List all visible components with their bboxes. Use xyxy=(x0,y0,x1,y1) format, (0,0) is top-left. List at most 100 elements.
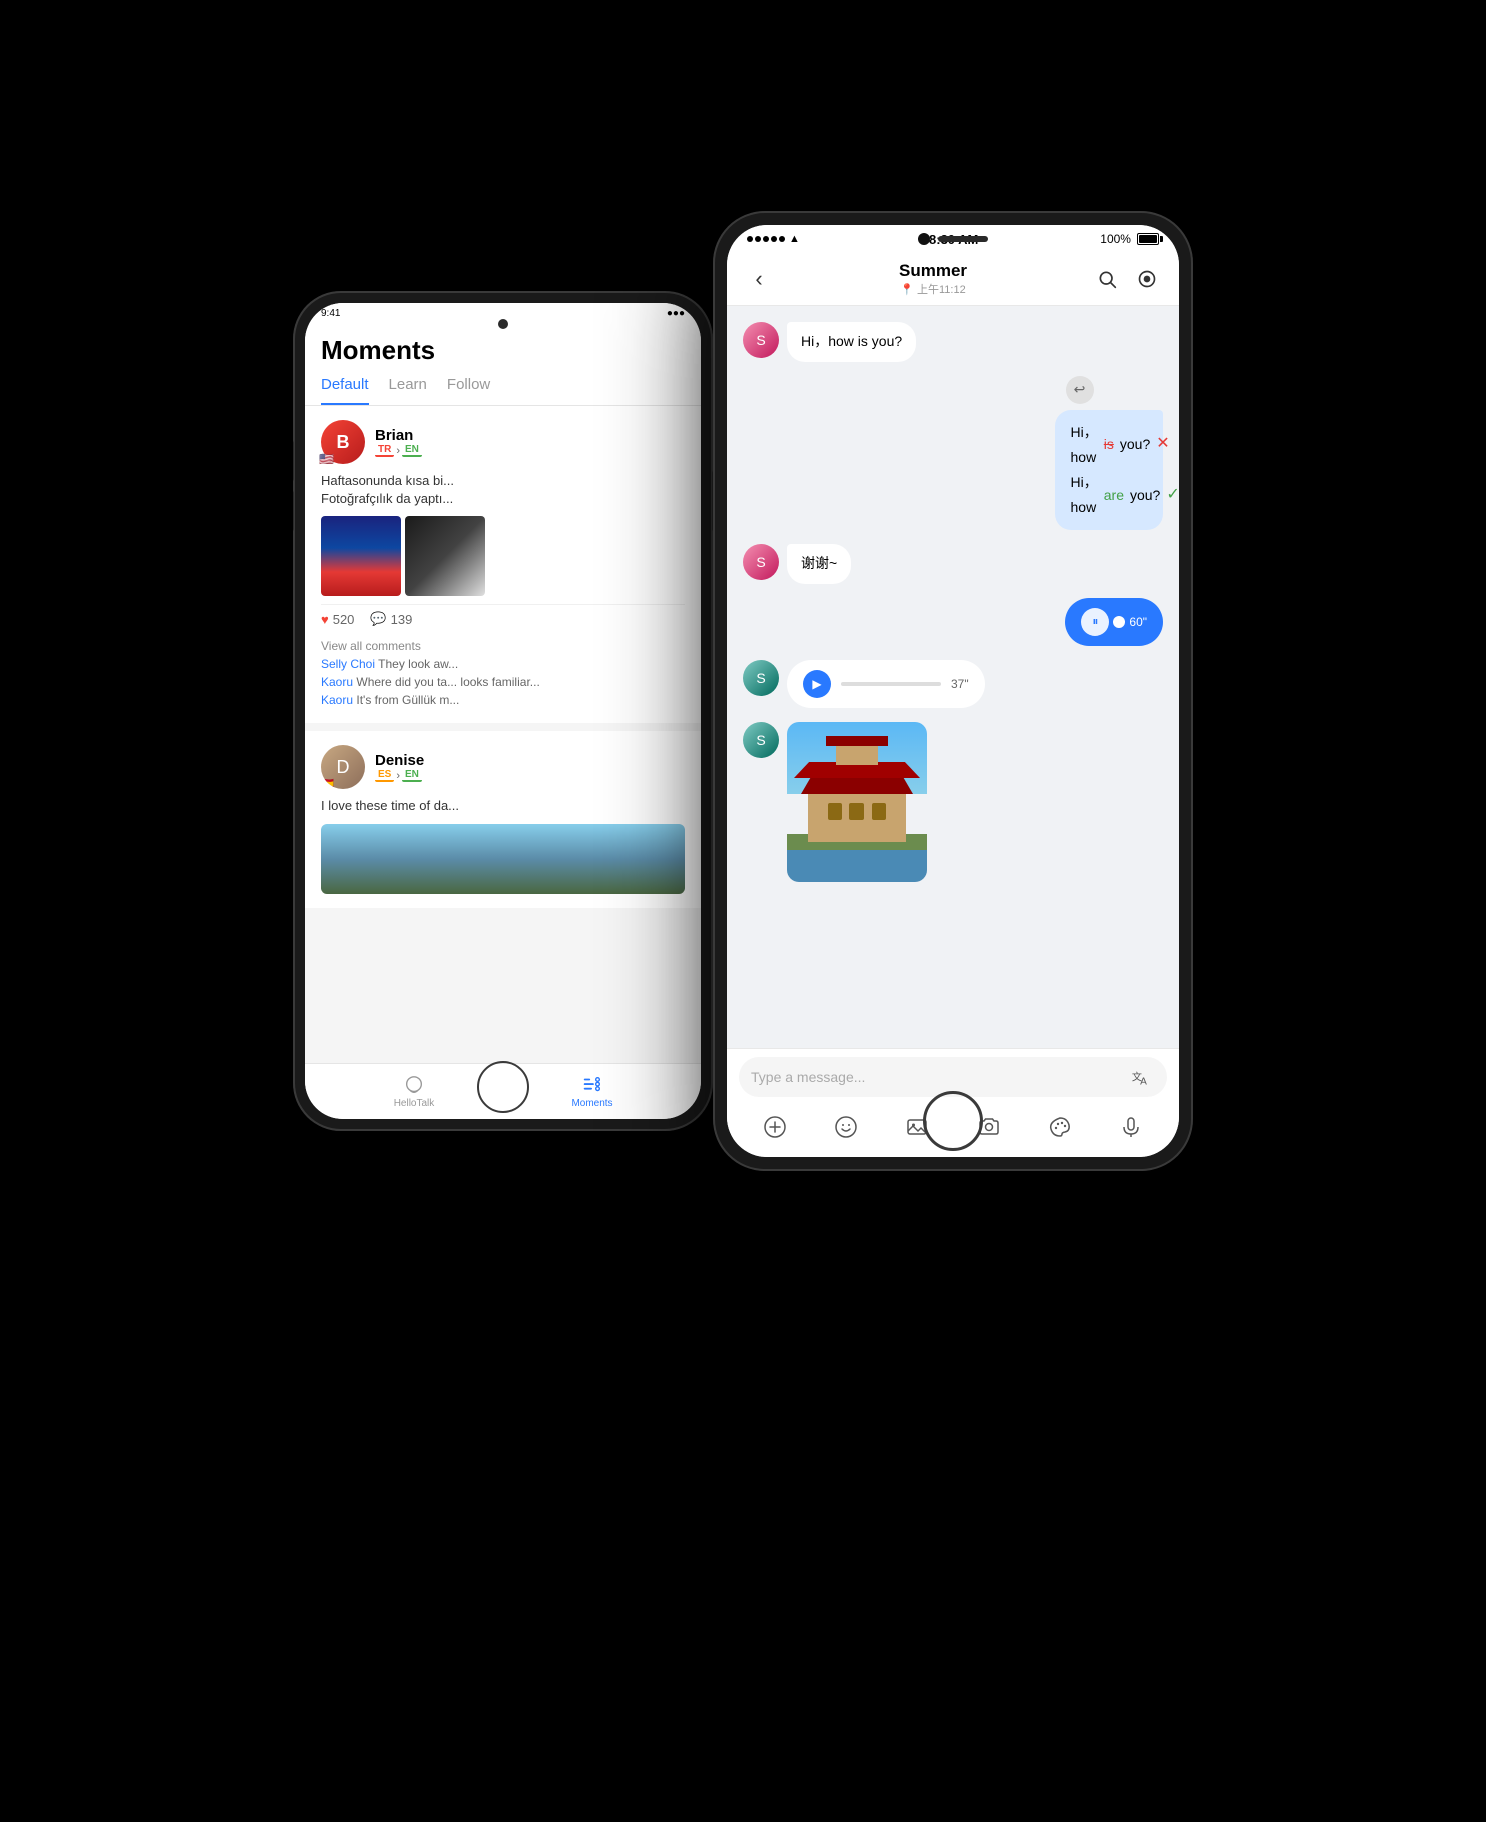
audio-bar-received xyxy=(841,682,941,686)
hi-wrong: Hi，how xyxy=(1071,420,1098,470)
post-text-brian: Haftasonunda kısa bi...Fotoğrafçılık da … xyxy=(321,472,685,508)
record-icon xyxy=(1137,269,1157,289)
translate-icon: 文 A xyxy=(1130,1066,1152,1088)
post-text-denise: I love these time of da... xyxy=(321,797,685,815)
phone-front: ▲ 08:30 AM 100% ‹ Summer xyxy=(713,211,1193,1171)
you-wrong: you? xyxy=(1120,432,1150,457)
wrong-correction: Hi，how is you? ✕ xyxy=(1071,420,1147,470)
home-button[interactable] xyxy=(477,1061,529,1113)
tab-follow[interactable]: Follow xyxy=(447,376,490,405)
lang-to-denise: EN xyxy=(402,769,422,782)
add-icon xyxy=(763,1115,787,1139)
chat-screen: ▲ 08:30 AM 100% ‹ Summer xyxy=(727,225,1179,1157)
window1 xyxy=(828,803,843,820)
pause-button[interactable]: ⏸ xyxy=(1081,608,1109,636)
comments-count: 139 xyxy=(391,612,413,627)
avatar-summer-4: S xyxy=(743,722,779,758)
view-all-comments[interactable]: View all comments xyxy=(321,639,685,653)
correction-row-container: ↩ Hi，how is you? ✕ Hi，how xyxy=(743,376,1163,531)
avatar-summer-2: S xyxy=(743,544,779,580)
volume-down-button[interactable] xyxy=(293,491,294,531)
translate-button[interactable]: 文 A xyxy=(1127,1063,1155,1091)
post-comments-brian: View all comments Selly Choi They look a… xyxy=(321,633,685,709)
water xyxy=(787,850,927,882)
avatar-summer-1: S xyxy=(743,322,779,358)
tab-learn[interactable]: Learn xyxy=(389,376,427,405)
palette-button[interactable] xyxy=(1042,1109,1078,1145)
reply-icon[interactable]: ↩ xyxy=(1066,376,1094,404)
comments-stat[interactable]: 💬 139 xyxy=(370,611,412,627)
avatar-summer-3: S xyxy=(743,660,779,696)
add-button[interactable] xyxy=(757,1109,793,1145)
front-home-button[interactable] xyxy=(923,1091,983,1151)
search-button[interactable] xyxy=(1091,263,1123,295)
moments-tabs: Default Learn Follow xyxy=(321,376,685,405)
message-placeholder: Type a message... xyxy=(751,1069,1119,1085)
tab-default[interactable]: Default xyxy=(321,376,369,405)
comment-selly: Selly Choi They look aw... xyxy=(321,655,685,673)
username-brian: Brian xyxy=(375,427,422,444)
post-image-1[interactable] xyxy=(321,516,401,596)
lang-to-brian: EN xyxy=(402,444,422,457)
emoji-icon xyxy=(834,1115,858,1139)
wifi-icon: ▲ xyxy=(789,233,800,245)
status-right: 100% xyxy=(1100,232,1159,246)
mic-icon xyxy=(1119,1115,1143,1139)
post-image-2[interactable] xyxy=(405,516,485,596)
nav-hellotalk[interactable]: HelloTalk xyxy=(325,1064,503,1119)
correct-correction: Hi，how are you? ✓ xyxy=(1071,470,1147,520)
correct-word: are xyxy=(1104,483,1124,508)
post-denise: D 🇪🇸 Denise ES › EN xyxy=(305,731,701,907)
moments-screen: 9:41 ●●● Moments Default Learn Follow xyxy=(305,303,701,1119)
chat-time: 上午11:12 xyxy=(917,281,966,297)
bubble-3: 谢谢~ xyxy=(787,544,851,584)
likes-stat[interactable]: ♥ 520 xyxy=(321,612,354,627)
emoji-button[interactable] xyxy=(828,1109,864,1145)
moments-title: Moments xyxy=(321,335,685,376)
chat-header: ‹ Summer 📍 上午11:12 xyxy=(727,253,1179,306)
window2 xyxy=(849,803,864,820)
chat-messages: S Hi，how is you? ↩ Hi，how is xyxy=(727,306,1179,1048)
likes-count: 520 xyxy=(333,612,355,627)
phone-back: 9:41 ●●● Moments Default Learn Follow xyxy=(293,291,713,1131)
window3 xyxy=(872,803,887,820)
nav-moments[interactable]: Moments xyxy=(503,1064,681,1119)
front-camera-dot xyxy=(918,233,930,245)
audio-sent-row: ⏸ 60" xyxy=(743,598,1163,646)
author-kaoru-2[interactable]: Kaoru xyxy=(321,693,353,707)
header-actions xyxy=(1091,263,1163,295)
message-row-1: S Hi，how is you? xyxy=(743,322,1163,362)
lang-from-denise: ES xyxy=(375,769,394,782)
audio-duration-received: 37" xyxy=(951,677,969,691)
play-button-received[interactable]: ▶ xyxy=(803,670,831,698)
signal-dots xyxy=(747,236,785,242)
image-bubble[interactable] xyxy=(787,722,927,882)
author-kaoru-1[interactable]: Kaoru xyxy=(321,675,353,689)
volume-up-button[interactable] xyxy=(293,441,294,481)
check-mark: ✓ xyxy=(1166,481,1179,510)
mic-button[interactable] xyxy=(1113,1109,1149,1145)
chat-header-center: Summer 📍 上午11:12 xyxy=(899,261,967,297)
back-button[interactable]: ‹ xyxy=(743,263,775,295)
record-button[interactable] xyxy=(1131,263,1163,295)
audio-bubble-received[interactable]: ▶ 37" xyxy=(787,660,985,708)
post-images-brian xyxy=(321,516,685,596)
location-icon: 📍 xyxy=(900,283,914,296)
user-info-denise: Denise ES › EN xyxy=(375,752,424,782)
status-left: ▲ xyxy=(747,233,800,245)
post-header-denise: D 🇪🇸 Denise ES › EN xyxy=(321,745,685,789)
post-brian: B 🇺🇸 Brian TR › EN xyxy=(305,406,701,723)
audio-thumb[interactable] xyxy=(1113,616,1125,628)
phones-container: 9:41 ●●● Moments Default Learn Follow xyxy=(293,211,1193,1611)
dot1 xyxy=(747,236,753,242)
audio-bubble-sent[interactable]: ⏸ 60" xyxy=(1065,598,1163,646)
denise-image[interactable] xyxy=(321,824,685,894)
chat-icon xyxy=(403,1074,425,1096)
comment-icon: 💬 xyxy=(370,611,386,627)
moments-icon xyxy=(581,1074,603,1096)
author-selly[interactable]: Selly Choi xyxy=(321,657,375,671)
correction-group: ↩ Hi，how is you? ✕ Hi，how xyxy=(996,376,1163,531)
bubble-1: Hi，how is you? xyxy=(787,322,916,362)
username-denise: Denise xyxy=(375,752,424,769)
avatar-brian: B 🇺🇸 xyxy=(321,420,365,464)
